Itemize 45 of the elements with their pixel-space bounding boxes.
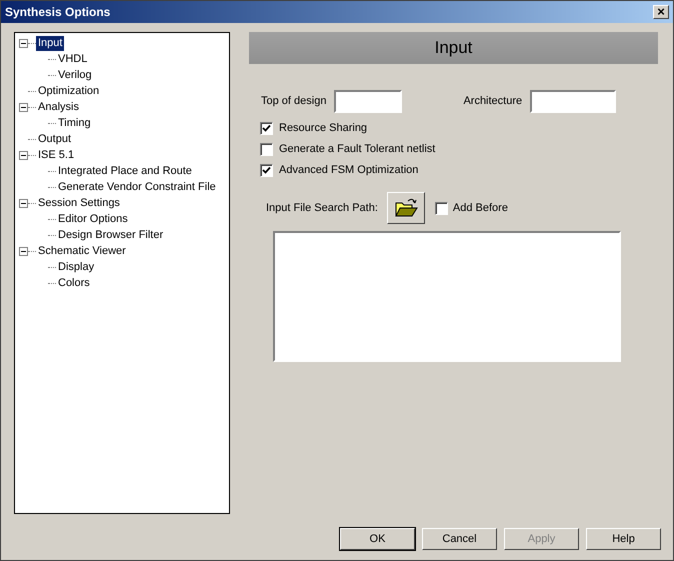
tree-item[interactable]: Timing (56, 116, 93, 130)
option-label: Advanced FSM Optimization (279, 163, 418, 178)
collapse-toggle[interactable] (19, 150, 28, 160)
search-path-label: Input File Search Path: (266, 200, 378, 216)
tree-item[interactable]: Analysis (36, 100, 81, 114)
checkbox[interactable] (260, 122, 273, 135)
tree-item[interactable]: Colors (56, 276, 92, 290)
tree-item[interactable]: Output (36, 132, 74, 146)
option-label: Add Before (452, 200, 508, 216)
dialog-button[interactable]: Cancel (422, 528, 497, 550)
browse-button[interactable] (386, 192, 425, 224)
window-title: Synthesis Options (5, 4, 110, 21)
tree-item[interactable]: Integrated Place and Route (56, 164, 194, 178)
option-label: Resource Sharing (279, 121, 368, 136)
search-path-list[interactable] (273, 231, 621, 362)
tree-item[interactable]: Optimization (36, 84, 102, 98)
dialog-button[interactable]: OK (340, 528, 415, 550)
folder-icon (394, 197, 418, 219)
tree-item[interactable]: Input (36, 36, 64, 50)
tree-item[interactable]: Schematic Viewer (36, 244, 128, 258)
checkmark-icon (262, 124, 271, 133)
input-field[interactable] (334, 90, 402, 113)
input-field[interactable] (530, 90, 616, 113)
checkmark-icon (262, 166, 271, 175)
checkbox[interactable] (260, 143, 273, 156)
tree-item[interactable]: Editor Options (56, 212, 130, 226)
collapse-toggle[interactable] (19, 102, 28, 112)
checkbox[interactable] (260, 164, 273, 177)
tree-item[interactable]: Display (56, 260, 96, 274)
dialog-button[interactable]: Help (586, 528, 661, 550)
tree-item[interactable]: Design Browser Filter (56, 228, 166, 242)
panel-heading: Input (434, 37, 472, 60)
tree-item[interactable]: Verilog (56, 68, 94, 82)
field-label: Architecture (463, 94, 522, 110)
tree-item[interactable]: ISE 5.1 (36, 148, 76, 162)
close-button[interactable]: × (653, 5, 669, 19)
tree-item[interactable]: VHDL (56, 52, 90, 66)
field-label: Top of design (261, 94, 326, 110)
option-label: Generate a Fault Tolerant netlist (279, 142, 436, 158)
tree-item[interactable]: Generate Vendor Constraint File (56, 180, 218, 194)
checkbox[interactable] (434, 202, 448, 214)
collapse-toggle[interactable] (19, 38, 28, 48)
tree-item[interactable]: Session Settings (36, 196, 122, 210)
collapse-toggle[interactable] (19, 246, 28, 256)
collapse-toggle[interactable] (19, 198, 28, 208)
